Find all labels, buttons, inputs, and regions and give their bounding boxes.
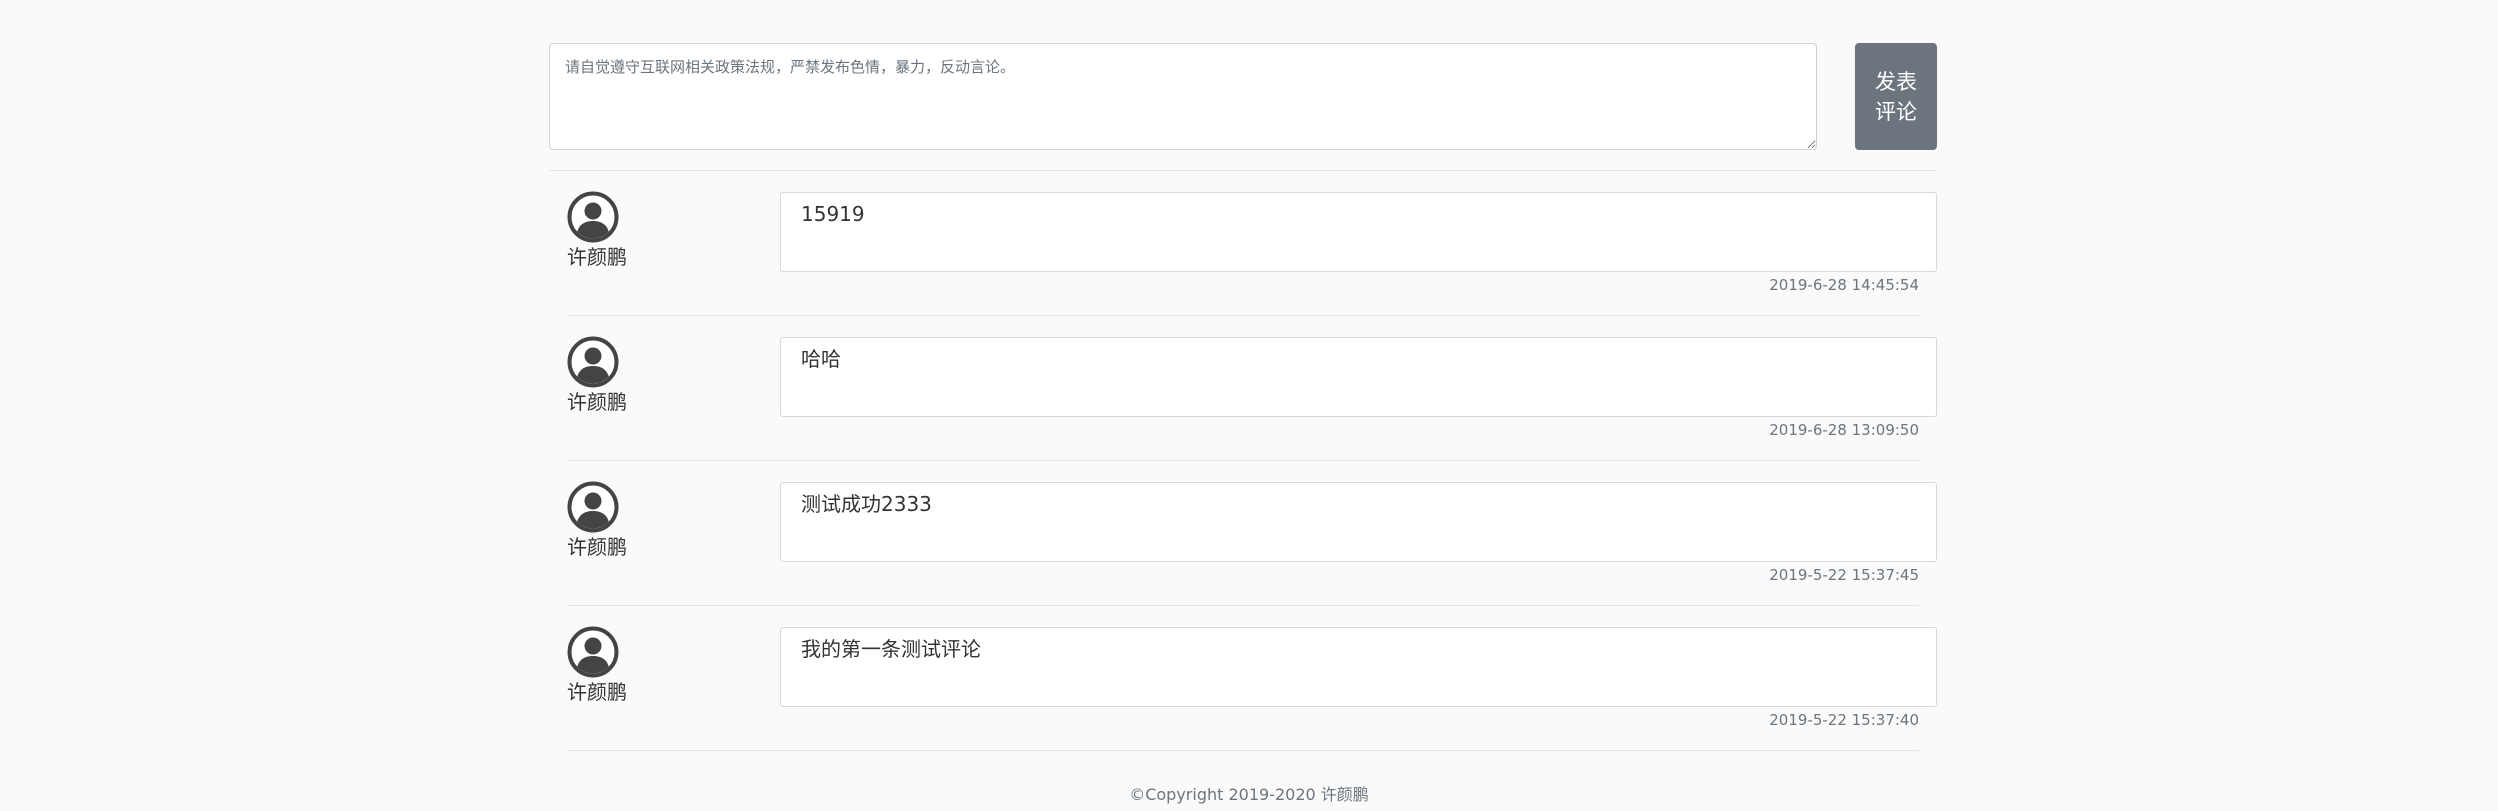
post-comment-button-label-line2: 评论 bbox=[1875, 99, 1917, 124]
comment-content: 测试成功2333 bbox=[780, 482, 1937, 562]
comment-list: 许颜鹏 15919 2019-6-28 14:45:54 许颜鹏 哈哈 2019… bbox=[549, 171, 1937, 751]
comment-content: 15919 bbox=[780, 192, 1937, 272]
user-avatar-icon bbox=[567, 626, 619, 678]
comment-composer: 发表 评论 bbox=[549, 43, 1937, 150]
comment-author: 许颜鹏 bbox=[567, 390, 627, 414]
comment-item: 许颜鹏 测试成功2333 2019-5-22 15:37:45 bbox=[549, 461, 1937, 606]
comment-item: 许颜鹏 我的第一条测试评论 2019-5-22 15:37:40 bbox=[549, 606, 1937, 751]
page-footer: ©Copyright 2019-2020 许颜鹏 bbox=[0, 783, 2498, 807]
comment-item: 许颜鹏 15919 2019-6-28 14:45:54 bbox=[549, 171, 1937, 316]
comment-author: 许颜鹏 bbox=[567, 245, 627, 269]
user-avatar-icon bbox=[567, 481, 619, 533]
comment-page: 发表 评论 许颜鹏 15919 2019-6-28 14:45:54 bbox=[0, 0, 2498, 811]
comment-timestamp: 2019-5-22 15:37:40 bbox=[1769, 711, 1919, 729]
comment-timestamp: 2019-6-28 14:45:54 bbox=[1769, 276, 1919, 294]
user-avatar-icon bbox=[567, 191, 619, 243]
comment-author: 许颜鹏 bbox=[567, 680, 627, 704]
comment-timestamp: 2019-6-28 13:09:50 bbox=[1769, 421, 1919, 439]
comment-item: 许颜鹏 哈哈 2019-6-28 13:09:50 bbox=[549, 316, 1937, 461]
post-comment-button[interactable]: 发表 评论 bbox=[1855, 43, 1937, 150]
comment-timestamp: 2019-5-22 15:37:45 bbox=[1769, 566, 1919, 584]
post-comment-button-label-line1: 发表 bbox=[1875, 69, 1917, 94]
user-avatar-icon bbox=[567, 336, 619, 388]
comment-content: 我的第一条测试评论 bbox=[780, 627, 1937, 707]
comment-input[interactable] bbox=[549, 43, 1817, 150]
comment-author: 许颜鹏 bbox=[567, 535, 627, 559]
copyright-text: ©Copyright 2019-2020 许颜鹏 bbox=[1129, 785, 1369, 804]
comment-divider bbox=[567, 750, 1919, 751]
comment-content: 哈哈 bbox=[780, 337, 1937, 417]
